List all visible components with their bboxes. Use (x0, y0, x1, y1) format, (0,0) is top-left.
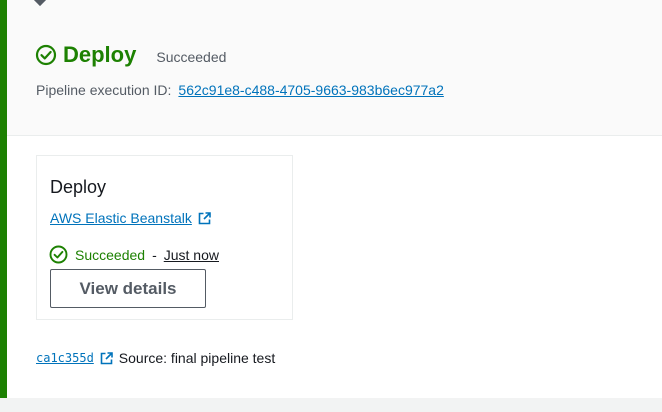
stage-panel-deploy: Deploy Succeeded Pipeline execution ID: … (0, 0, 662, 398)
status-separator: - (152, 246, 157, 263)
execution-id-link[interactable]: 562c91e8-c488-4705-9663-983b6ec977a2 (178, 82, 443, 98)
stage-status: Succeeded (156, 49, 227, 65)
execution-id-row: Pipeline execution ID: 562c91e8-c488-470… (36, 82, 444, 98)
action-name: Deploy (50, 177, 107, 197)
stage-title: Deploy (63, 42, 137, 67)
provider-row: AWS Elastic Beanstalk (50, 210, 211, 226)
status-time[interactable]: Just now (164, 247, 219, 263)
provider-link[interactable]: AWS Elastic Beanstalk (50, 210, 192, 226)
execution-id-label: Pipeline execution ID: (36, 82, 172, 98)
view-details-button[interactable]: View details (50, 269, 206, 308)
stage-title-row: Deploy Succeeded (35, 40, 226, 70)
commit-id-link[interactable]: ca1c355d (36, 351, 94, 365)
check-circle-icon (49, 245, 68, 264)
stage-header: Deploy Succeeded Pipeline execution ID: … (7, 0, 662, 136)
action-status-row: Succeeded - Just now (49, 245, 219, 264)
external-link-icon[interactable] (198, 211, 211, 225)
external-link-icon[interactable] (100, 351, 113, 365)
action-card-deploy: Deploy AWS Elastic Beanstalk Succeeded -… (36, 155, 293, 320)
source-row: ca1c355d Source: final pipeline test (36, 350, 275, 366)
check-circle-icon (35, 44, 57, 66)
source-text: Source: final pipeline test (118, 350, 276, 366)
action-status: Succeeded (75, 246, 146, 263)
